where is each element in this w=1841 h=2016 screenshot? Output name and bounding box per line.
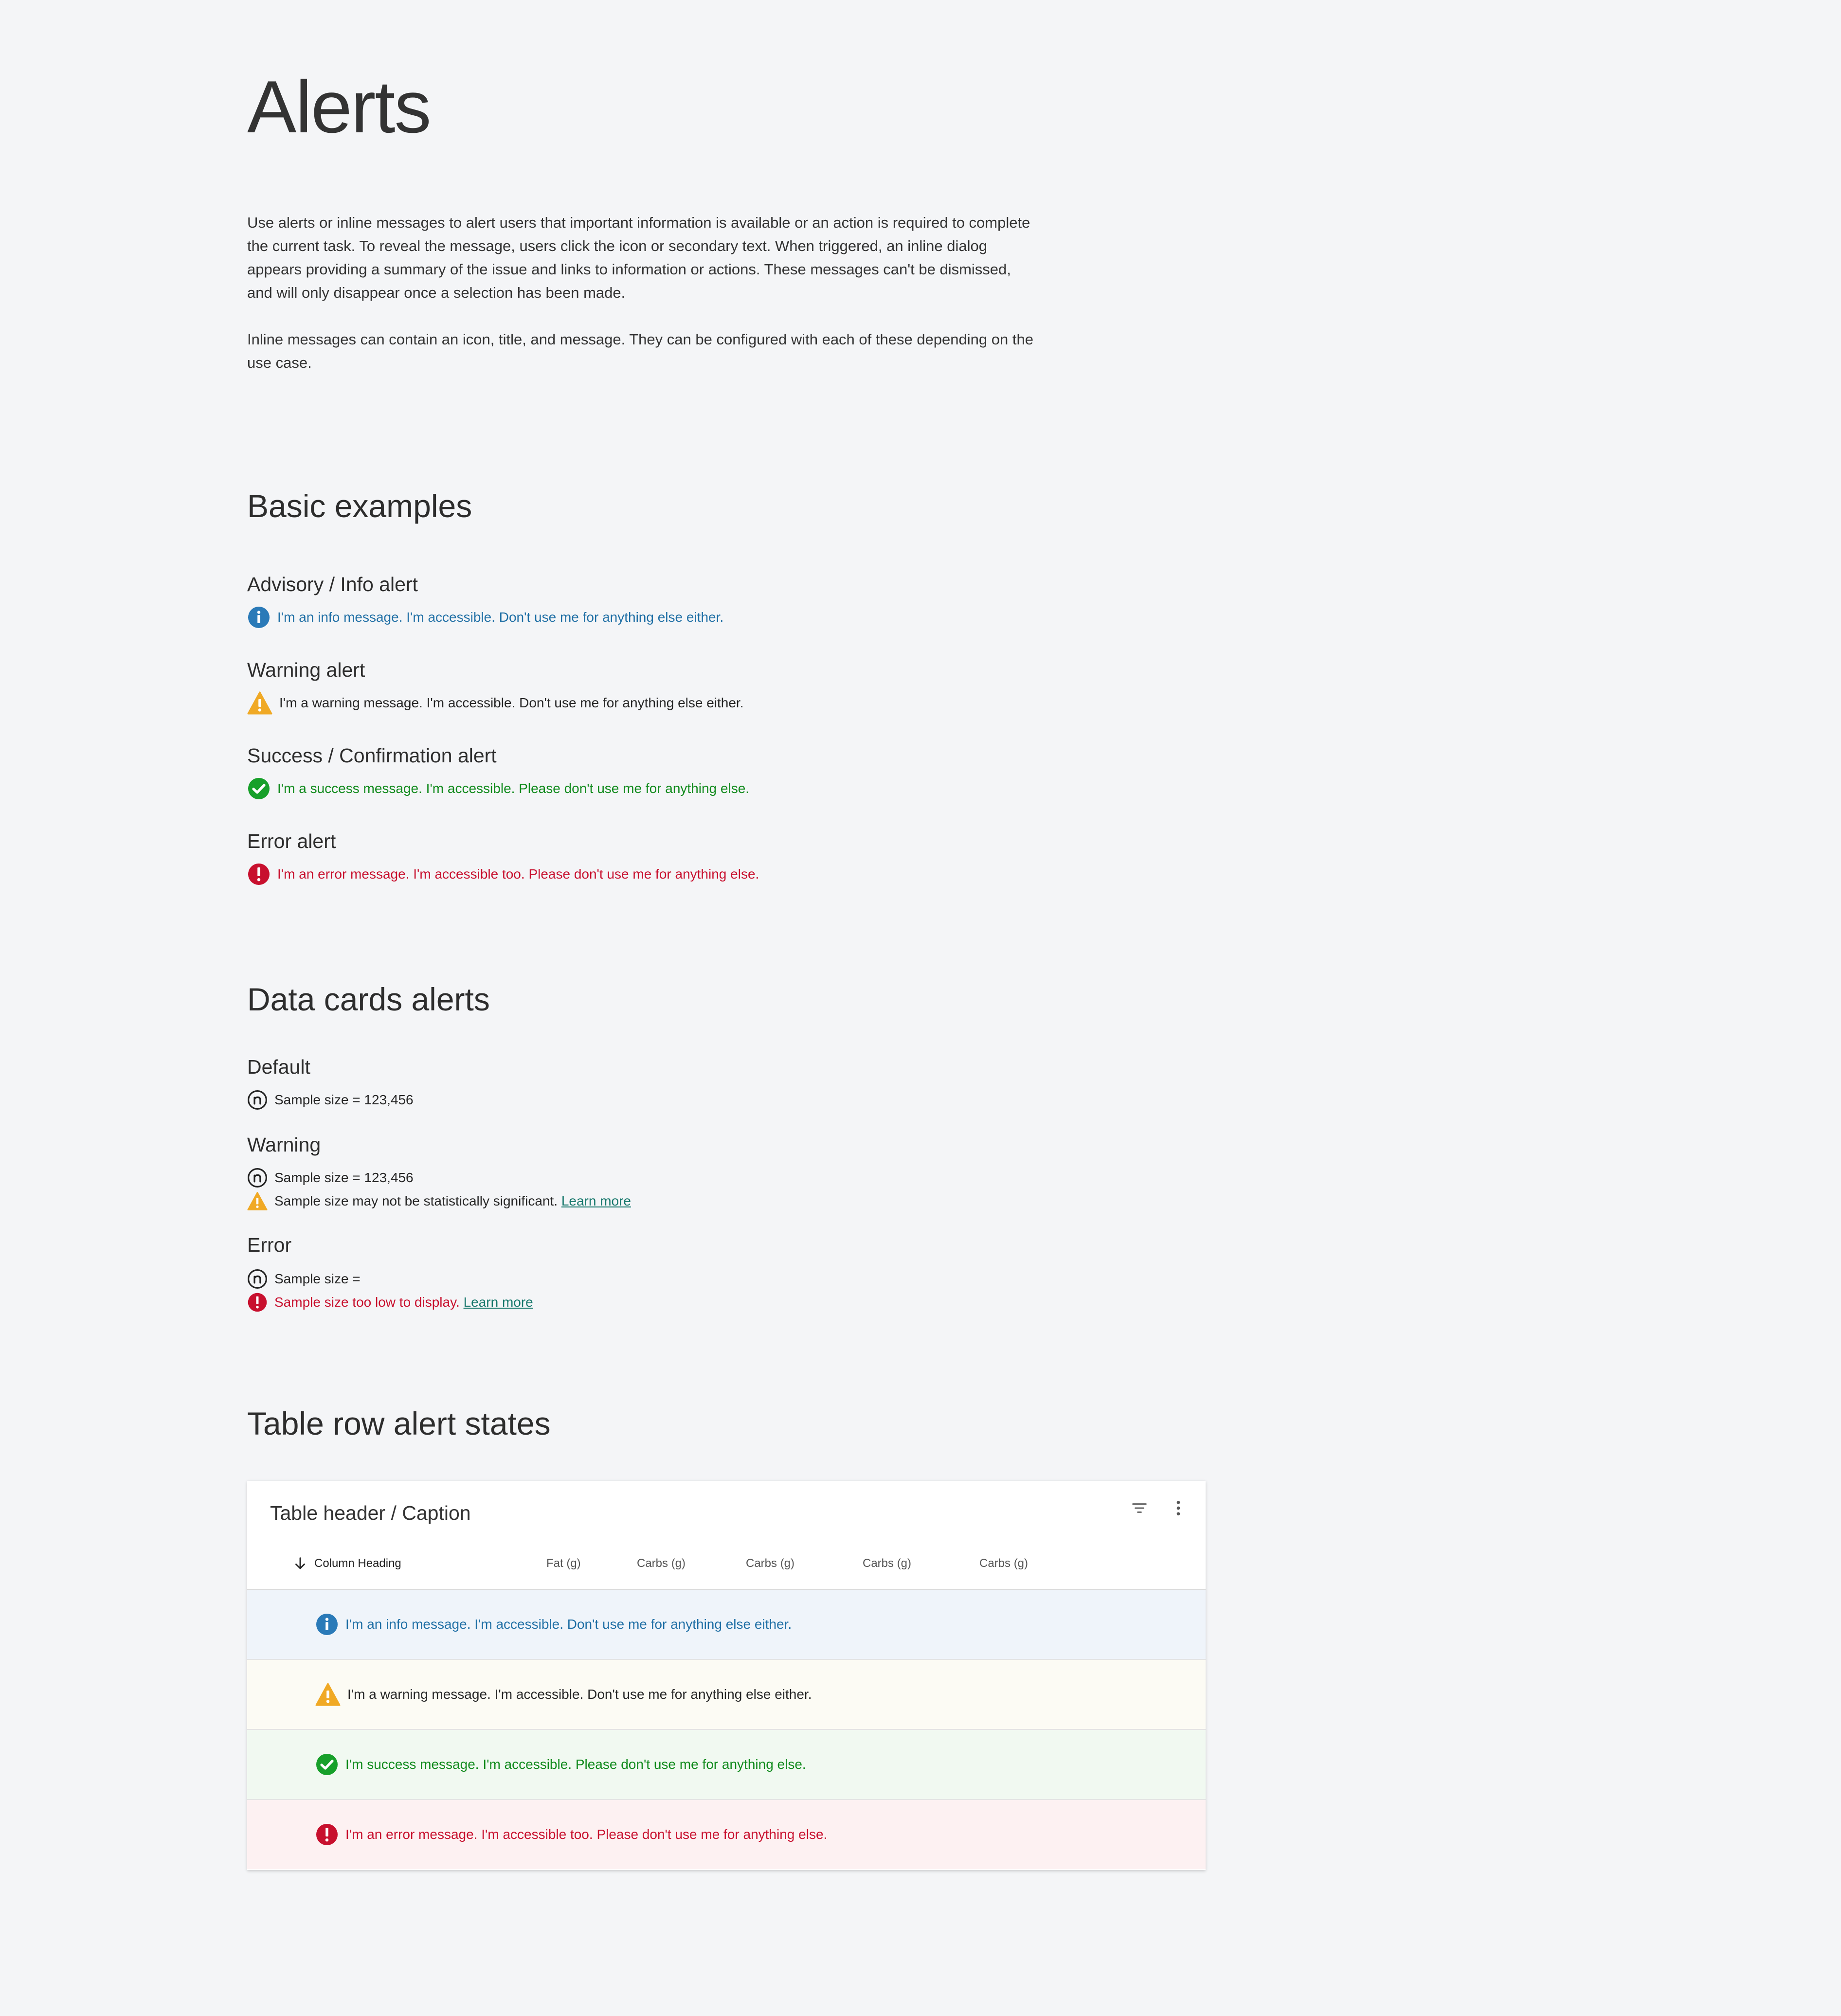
- datacard-warning-message-text: Sample size may not be statistically sig…: [274, 1189, 631, 1213]
- success-icon: [248, 778, 270, 799]
- datacard-error-sample: Sample size =: [247, 1267, 361, 1291]
- datacard-warning-learn-more-link[interactable]: Learn more: [561, 1193, 631, 1208]
- error-icon: [248, 1293, 267, 1312]
- info-alert: I'm an info message. I'm accessible. Don…: [247, 605, 723, 630]
- alerts-page: Alerts Use alerts or inline messages to …: [0, 0, 1841, 2016]
- datacard-error-message: Sample size too low to display. Learn mo…: [247, 1290, 533, 1314]
- table-row-warning: I'm a warning message. I'm accessible. D…: [247, 1660, 1206, 1730]
- row-warning-message: I'm a warning message. I'm accessible. D…: [347, 1687, 812, 1702]
- info-icon: [248, 607, 270, 628]
- row-info-content: I'm an info message. I'm accessible. Don…: [315, 1613, 792, 1636]
- column-heading-sortable[interactable]: Column Heading: [292, 1554, 401, 1573]
- error-alert-label: Error alert: [247, 830, 336, 852]
- warning-alert-message: I'm a warning message. I'm accessible. D…: [279, 695, 744, 710]
- success-alert-label: Success / Confirmation alert: [247, 744, 497, 767]
- datacard-warning-sample: Sample size = 123,456: [247, 1166, 414, 1190]
- warning-icon: [247, 1192, 268, 1210]
- table-row-error: I'm an error message. I'm accessible too…: [247, 1800, 1206, 1869]
- success-alert: I'm a success message. I'm accessible. P…: [247, 776, 749, 801]
- sample-size-icon: [248, 1269, 267, 1289]
- table-row-success: I'm success message. I'm accessible. Ple…: [247, 1730, 1206, 1800]
- table-caption: Table header / Caption: [270, 1502, 471, 1524]
- filter-icon: [1132, 1503, 1147, 1513]
- success-icon: [316, 1754, 338, 1775]
- error-alert-message: I'm an error message. I'm accessible too…: [277, 866, 759, 882]
- warning-icon: [315, 1683, 341, 1706]
- success-alert-message: I'm a success message. I'm accessible. P…: [277, 781, 750, 796]
- warning-alert: I'm a warning message. I'm accessible. D…: [247, 691, 744, 715]
- row-success-message: I'm success message. I'm accessible. Ple…: [345, 1757, 806, 1772]
- info-alert-message: I'm an info message. I'm accessible. Don…: [277, 610, 724, 625]
- basic-examples-heading: Basic examples: [247, 488, 472, 524]
- sample-size-icon: [248, 1090, 267, 1110]
- datacards-heading: Data cards alerts: [247, 981, 490, 1017]
- info-icon: [316, 1614, 338, 1635]
- error-icon: [316, 1824, 338, 1845]
- datacard-error-message-text: Sample size too low to display. Learn mo…: [274, 1290, 533, 1314]
- datacard-default-sample: Sample size = 123,456: [247, 1088, 414, 1112]
- error-icon: [248, 864, 270, 885]
- row-error-message: I'm an error message. I'm accessible too…: [345, 1827, 828, 1842]
- table-alerts-heading: Table row alert states: [247, 1405, 551, 1441]
- filter-button[interactable]: [1125, 1494, 1154, 1523]
- error-alert: I'm an error message. I'm accessible too…: [247, 862, 759, 886]
- column-heading-label: Column Heading: [314, 1557, 401, 1570]
- intro-paragraph-2: Inline messages can contain an icon, tit…: [247, 331, 1033, 371]
- column-carbs-4[interactable]: Carbs (g): [979, 1554, 1028, 1573]
- page-title: Alerts: [247, 66, 432, 148]
- table-row-info: I'm an info message. I'm accessible. Don…: [247, 1590, 1206, 1660]
- datacard-error-label: Error: [247, 1234, 292, 1256]
- row-warning-content: I'm a warning message. I'm accessible. D…: [315, 1683, 812, 1706]
- datacard-default-label: Default: [247, 1056, 310, 1078]
- data-table: Table header / Caption Column Heading Fa…: [247, 1481, 1206, 1870]
- column-carbs-1[interactable]: Carbs (g): [637, 1554, 686, 1573]
- column-carbs-2[interactable]: Carbs (g): [746, 1554, 794, 1573]
- intro-paragraph-1: Use alerts or inline messages to alert u…: [247, 214, 1030, 301]
- datacard-error-sample-text: Sample size =: [274, 1271, 361, 1286]
- warning-icon: [247, 691, 272, 715]
- more-options-button[interactable]: [1164, 1494, 1193, 1523]
- column-fat[interactable]: Fat (g): [546, 1554, 581, 1573]
- warning-alert-label: Warning alert: [247, 659, 365, 681]
- row-success-content: I'm success message. I'm accessible. Ple…: [315, 1753, 806, 1776]
- datacard-warning-label: Warning: [247, 1134, 321, 1156]
- datacard-warning-message: Sample size may not be statistically sig…: [247, 1189, 631, 1213]
- row-error-content: I'm an error message. I'm accessible too…: [315, 1823, 827, 1846]
- sample-size-icon: [248, 1168, 267, 1188]
- datacard-warning-text: Sample size may not be statistically sig…: [274, 1193, 558, 1208]
- datacard-error-text: Sample size too low to display.: [274, 1295, 460, 1310]
- arrow-down-icon: [295, 1557, 305, 1569]
- column-carbs-3[interactable]: Carbs (g): [863, 1554, 911, 1573]
- datacard-default-sample-text: Sample size = 123,456: [274, 1092, 414, 1107]
- info-alert-label: Advisory / Info alert: [247, 573, 418, 595]
- datacard-warning-sample-text: Sample size = 123,456: [274, 1170, 414, 1185]
- datacard-error-learn-more-link[interactable]: Learn more: [464, 1295, 533, 1310]
- row-info-message: I'm an info message. I'm accessible. Don…: [345, 1617, 792, 1632]
- more-vert-icon: [1176, 1501, 1180, 1515]
